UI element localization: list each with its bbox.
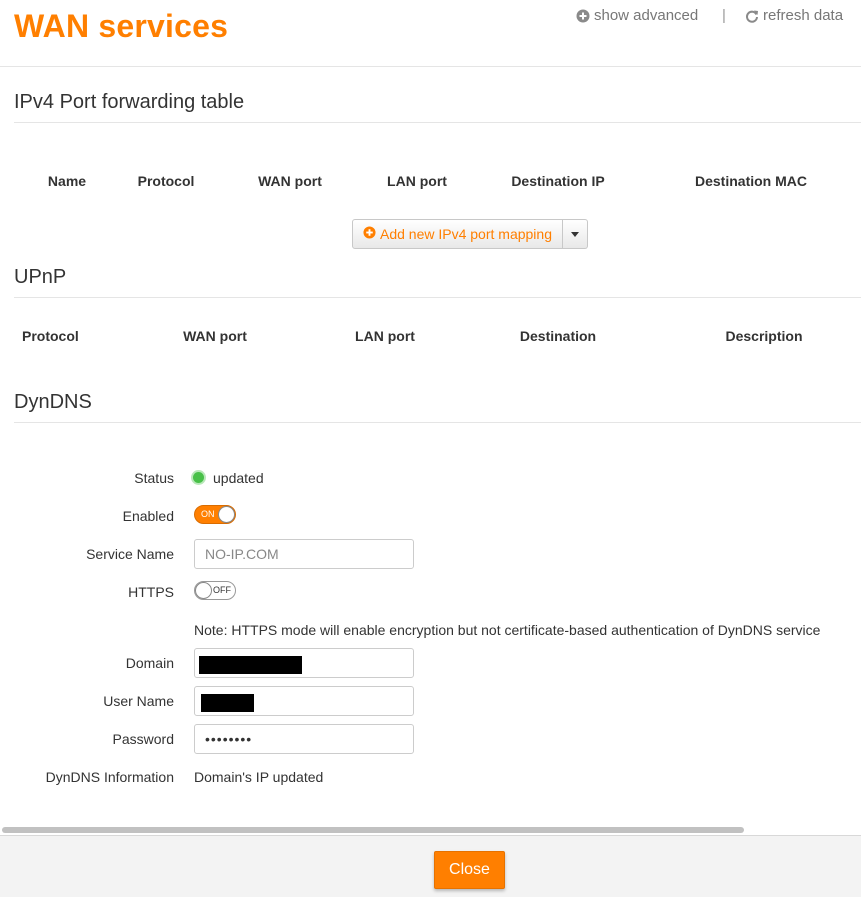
refresh-data-link[interactable]: refresh data — [745, 7, 843, 24]
close-button[interactable]: Close — [434, 851, 505, 889]
show-advanced-label: show advanced — [594, 7, 699, 24]
https-toggle-text: OFF — [213, 585, 231, 595]
dyndns-section-title: DynDNS — [14, 391, 92, 413]
ipv4-section-title: IPv4 Port forwarding table — [14, 91, 245, 113]
toggle-knob — [218, 506, 235, 523]
page-title: WAN services — [14, 8, 229, 44]
ipv4-divider — [14, 122, 861, 123]
plus-circle-icon — [576, 9, 590, 23]
upnp-section-title: UPnP — [14, 266, 67, 288]
ipv4-col-lan-port: LAN port — [387, 173, 447, 189]
toggle-knob — [195, 582, 212, 599]
upnp-col-destination: Destination — [519, 328, 597, 344]
enabled-toggle-text: ON — [201, 509, 215, 519]
modal-footer: Close — [0, 835, 861, 897]
https-toggle[interactable]: OFF — [194, 581, 236, 600]
dyndns-info-value: Domain's IP updated — [194, 769, 324, 785]
plus-circle-icon — [363, 226, 376, 242]
username-label: User Name — [103, 693, 174, 709]
ipv4-col-protocol: Protocol — [137, 173, 195, 189]
refresh-icon — [745, 9, 759, 23]
dyndns-info-label: DynDNS Information — [45, 769, 174, 785]
ipv4-col-name: Name — [47, 173, 87, 189]
password-label: Password — [112, 731, 174, 747]
enabled-label: Enabled — [122, 508, 174, 524]
show-advanced-link[interactable]: show advanced — [576, 7, 698, 24]
caret-down-icon — [571, 231, 579, 237]
domain-label: Domain — [125, 655, 174, 671]
status-label: Status — [134, 470, 174, 486]
ipv4-col-wan-port: WAN port — [258, 173, 322, 189]
modal-header: WAN services show advanced | refresh dat… — [0, 0, 861, 67]
dyndns-divider — [14, 422, 861, 423]
https-note: Note: HTTPS mode will enable encryption … — [194, 622, 821, 638]
https-label: HTTPS — [128, 584, 174, 600]
password-input[interactable] — [194, 724, 414, 754]
enabled-toggle[interactable]: ON — [194, 505, 236, 524]
add-ipv4-mapping-button[interactable]: Add new IPv4 port mapping — [352, 219, 563, 249]
ipv4-col-destination-ip: Destination IP — [511, 173, 605, 189]
header-separator: | — [722, 7, 726, 24]
status-value: updated — [213, 470, 264, 486]
upnp-divider — [14, 297, 861, 298]
add-mapping-button-group: Add new IPv4 port mapping — [352, 219, 588, 249]
refresh-data-label: refresh data — [763, 7, 844, 24]
username-redaction — [201, 694, 254, 712]
upnp-col-protocol: Protocol — [22, 328, 79, 344]
upnp-col-description: Description — [725, 328, 803, 344]
service-name-label: Service Name — [86, 546, 174, 562]
upnp-col-wan-port: WAN port — [183, 328, 247, 344]
ipv4-col-destination-mac: Destination MAC — [695, 173, 807, 189]
upnp-col-lan-port: LAN port — [355, 328, 415, 344]
status-led-icon — [193, 472, 204, 483]
domain-redaction — [199, 656, 302, 674]
add-ipv4-mapping-label: Add new IPv4 port mapping — [380, 226, 552, 242]
service-name-input[interactable] — [194, 539, 414, 569]
horizontal-scrollbar[interactable] — [2, 827, 744, 833]
add-mapping-dropdown-toggle[interactable] — [563, 219, 588, 249]
